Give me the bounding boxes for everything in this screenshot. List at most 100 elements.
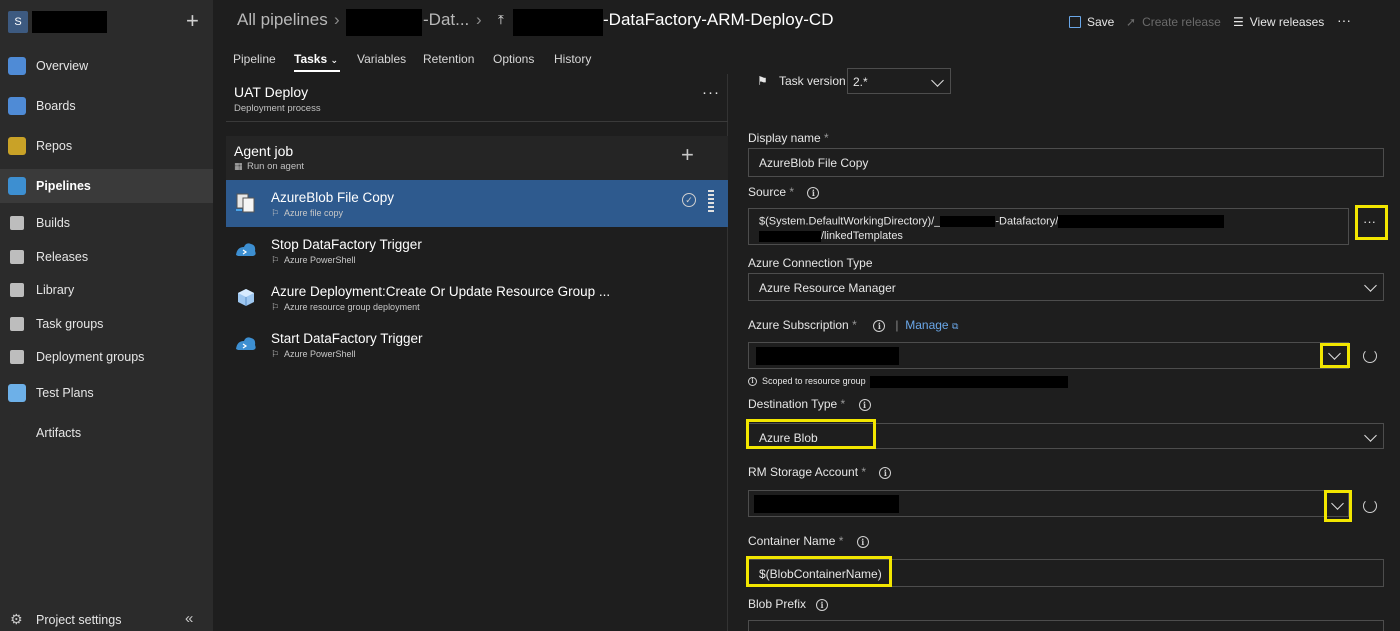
manage-link[interactable]: Manage [905,318,948,332]
task-item[interactable]: Stop DataFactory Trigger ⚐ Azure PowerSh… [226,227,728,274]
nav-item-pipelines[interactable]: Pipelines [0,169,213,203]
refresh-icon[interactable] [1363,349,1377,363]
source-line-2: /linkedTemplates [759,230,903,242]
more-actions-button[interactable]: ··· [1337,12,1351,28]
source-browse-button[interactable]: ··· [1363,214,1376,229]
agent-job[interactable]: Agent job ▦ Run on agent + [226,136,728,180]
destination-type-highlight [746,419,876,449]
gear-icon: ⚙ [10,611,23,627]
nav-label: Repos [36,139,73,153]
task-subtitle: Azure PowerShell [284,349,356,359]
tab-retention[interactable]: Retention [423,52,474,66]
new-item-plus-icon[interactable]: + [186,9,199,33]
task-status-check-icon: ✓ [682,193,696,207]
overview-icon [8,57,26,75]
nav-item-artifacts[interactable]: Artifacts [0,416,213,450]
task-version-label: Task version [779,74,846,88]
redacted-pipeline-name [513,9,603,36]
task-subtitle: Azure resource group deployment [284,302,420,312]
connection-type-value: Azure Resource Manager [759,281,896,295]
task-version-select[interactable]: 2.* [847,68,951,94]
refresh-icon[interactable] [1363,499,1377,513]
scoped-text: Scoped to resource group [762,376,866,386]
flag-icon: ⚐ [271,208,280,218]
task-name: Stop DataFactory Trigger [271,237,422,252]
task-details-pane: ⚑ Task version 2.* Display name * AzureB… [729,68,1400,631]
redacted-pipeline-folder [346,9,422,36]
task-item[interactable]: Azure Deployment:Create Or Update Resour… [226,274,728,321]
nav-item-builds[interactable]: Builds [0,206,213,240]
nav-label: Pipelines [36,179,91,193]
redacted-path [940,216,996,227]
stage-header[interactable]: UAT Deploy Deployment process ··· [226,74,728,122]
add-task-plus-icon[interactable]: + [681,144,694,166]
project-settings-label: Project settings [36,613,122,627]
stage-subtitle: Deployment process [234,103,321,114]
container-name-highlight [746,556,892,587]
info-icon[interactable]: i [873,319,886,332]
rocket-icon: ➚ [1126,15,1137,29]
agent-job-subtitle: Run on agent [247,161,305,172]
nav-item-task-groups[interactable]: Task groups [0,307,213,341]
create-release-label: Create release [1142,15,1221,29]
collapse-nav-icon[interactable]: « [185,610,193,627]
nav-item-boards[interactable]: Boards [0,89,213,123]
tab-variables[interactable]: Variables [357,52,406,66]
create-release-button[interactable]: ➚ Create release [1126,15,1221,29]
pipelines-icon [8,177,26,195]
nav-item-test-plans[interactable]: Test Plans [0,376,213,410]
nav-item-repos[interactable]: Repos [0,129,213,163]
required-mark: * [840,397,846,411]
blob-prefix-input[interactable] [748,620,1384,631]
info-icon[interactable]: i [858,398,871,411]
project-settings-link[interactable]: ⚙ Project settings « [0,607,213,631]
nav-item-deployment-groups[interactable]: Deployment groups [0,340,213,374]
storage-account-select[interactable] [748,490,1349,517]
save-button[interactable]: Save [1069,15,1114,29]
source-line-2-text: /linkedTemplates [821,230,903,242]
nav-label: Test Plans [36,386,94,400]
chevron-down-icon: ⌄ [330,55,339,65]
connection-type-select[interactable]: Azure Resource Manager [748,273,1384,301]
container-name-label: Container Name * i [748,534,869,548]
nav-item-releases[interactable]: Releases [0,240,213,274]
info-icon[interactable]: i [816,598,829,611]
nav-label: Overview [36,59,89,73]
nav-item-library[interactable]: Library [0,273,213,307]
breadcrumb-folder[interactable]: -Dat... [423,10,469,30]
nav-label: Boards [36,99,76,113]
display-name-input[interactable]: AzureBlob File Copy [748,148,1384,177]
chevron-down-icon [1364,279,1377,292]
nav-label: Deployment groups [36,350,145,364]
azure-powershell-icon [236,243,256,256]
required-mark: * [861,465,867,479]
view-releases-button[interactable]: ☰ View releases [1233,15,1324,29]
task-item[interactable]: AzureBlob File Copy ⚐ Azure file copy ✓ [226,180,728,227]
info-icon[interactable]: i [879,466,892,479]
chevron-down-icon [1364,429,1377,442]
breadcrumb-all-pipelines[interactable]: All pipelines [237,10,328,30]
source-input[interactable]: $(System.DefaultWorkingDirectory)/_ -Data… [748,208,1349,245]
subscription-select[interactable] [748,342,1349,369]
tab-options[interactable]: Options [493,52,534,66]
redacted-project-name [32,11,107,33]
info-icon[interactable]: i [856,535,869,548]
nav-item-overview[interactable]: Overview [0,49,213,83]
stage-more-button[interactable]: ··· [702,84,720,101]
external-link-icon: ⧉ [951,321,959,331]
nav-label: Library [36,283,75,297]
tab-history[interactable]: History [554,52,591,66]
artifacts-icon [8,424,26,442]
organization-header: S + [0,0,213,44]
redacted-subscription [756,347,899,365]
project-avatar[interactable]: S [8,11,28,33]
task-item[interactable]: Start DataFactory Trigger ⚐ Azure PowerS… [226,321,728,368]
info-icon[interactable]: i [807,186,820,199]
header-bar: All pipelines › -Dat... › ⤒ -DataFactory… [213,0,1400,44]
tab-tasks-label: Tasks [294,52,328,66]
tab-pipeline[interactable]: Pipeline [233,52,276,66]
tab-tasks[interactable]: Tasks ⌄ [294,52,338,66]
flag-icon: ⚐ [271,255,280,265]
library-icon [10,283,24,297]
drag-handle-icon[interactable] [708,190,714,216]
